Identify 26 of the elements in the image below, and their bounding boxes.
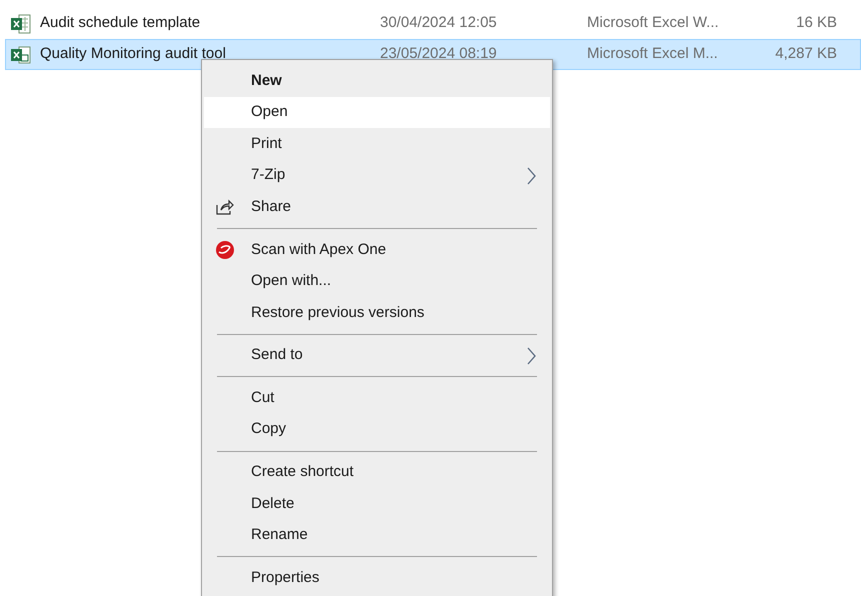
menu-item[interactable]: Open <box>204 96 550 128</box>
menu-item[interactable]: Send to <box>204 340 550 372</box>
menu-item[interactable]: Rename <box>204 520 550 552</box>
menu-item[interactable]: Open with... <box>204 266 550 298</box>
menu-item[interactable]: Restore previous versions <box>204 297 550 329</box>
file-type: Microsoft Excel M... <box>587 44 719 64</box>
menu-item[interactable]: Properties <box>204 562 550 594</box>
menu-item[interactable]: Copy <box>204 414 550 446</box>
modified-date: 30/04/2024 12:05 <box>380 13 498 34</box>
file-type: Microsoft Excel W... <box>587 13 720 34</box>
menu-item[interactable]: Share <box>204 191 550 223</box>
menu-item[interactable]: Print <box>204 128 550 160</box>
spreadsheet-file-icon <box>10 44 32 64</box>
share-icon <box>216 199 234 216</box>
file-size: 16 KB <box>795 13 837 34</box>
menu-item[interactable]: Scan with Apex One <box>204 234 550 266</box>
file-name: Quality Monitoring audit tool <box>40 44 227 64</box>
modified-date: 23/05/2024 08:19 <box>380 44 498 64</box>
file-row[interactable]: Audit schedule template 30/04/2024 12:05 Microsoft Excel W... 16 KB <box>5 8 861 39</box>
file-size: 4,287 KB <box>774 44 837 64</box>
menu-item[interactable]: Delete <box>204 488 550 520</box>
spreadsheet-file-icon <box>10 14 32 34</box>
file-name: Audit schedule template <box>40 13 202 34</box>
menu-item[interactable]: Create shortcut <box>204 456 550 488</box>
menu-item[interactable]: Cut <box>204 382 550 414</box>
menu-item[interactable]: 7-Zip <box>204 160 550 192</box>
